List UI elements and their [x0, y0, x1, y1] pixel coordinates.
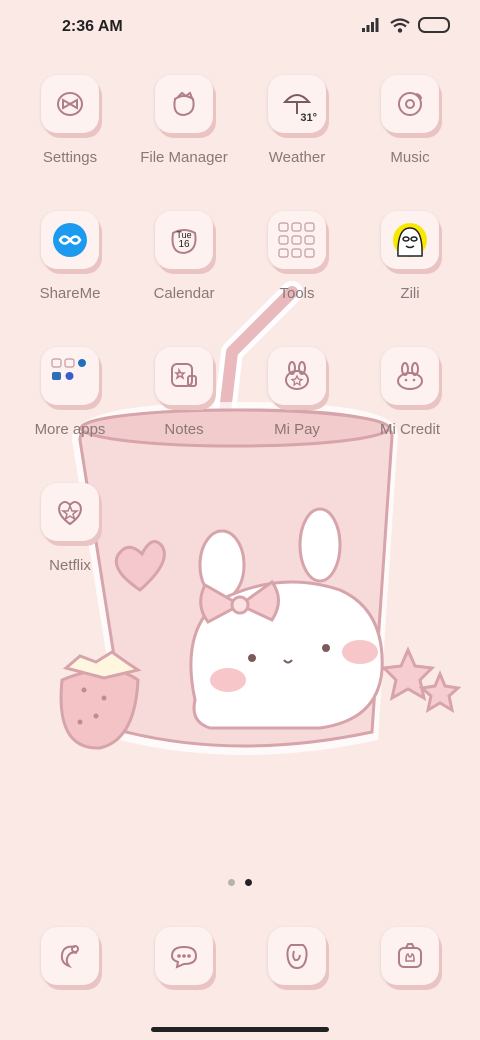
gesture-nav-bar[interactable]: [151, 1027, 329, 1032]
dock-app-messages[interactable]: [124, 927, 244, 985]
app-label: Tools: [279, 285, 315, 302]
app-calendar[interactable]: Tue 16 Calendar: [124, 211, 244, 302]
calendar-date: 16: [178, 239, 190, 250]
music-disc-icon: [398, 92, 422, 116]
star-heart-icon: [58, 501, 82, 526]
shrimp-icon: [60, 945, 79, 969]
page-dot-current[interactable]: [245, 879, 252, 886]
app-file-manager[interactable]: File Manager: [124, 75, 244, 166]
status-icons: [362, 17, 450, 33]
folder-tile[interactable]: [41, 347, 99, 405]
dock-app-camera[interactable]: [350, 927, 470, 985]
app-weather[interactable]: 31° Weather: [237, 75, 357, 166]
app-tile[interactable]: Tue 16: [155, 211, 213, 269]
app-tile[interactable]: [41, 483, 99, 541]
page-dot[interactable]: [228, 879, 235, 886]
dock-tile[interactable]: [268, 927, 326, 985]
app-label: Weather: [268, 149, 326, 166]
app-label: Zili: [400, 285, 420, 302]
camera-icon: [398, 943, 422, 968]
status-bar: 2:36 AM: [0, 0, 480, 56]
zili-icon: [393, 223, 427, 257]
app-tile[interactable]: [155, 347, 213, 405]
browser-icon: [286, 944, 308, 970]
tools-folder-icon: [278, 222, 315, 258]
app-tile[interactable]: [381, 347, 439, 405]
app-mi-credit[interactable]: Mi Credit: [350, 347, 470, 438]
app-tile[interactable]: [381, 75, 439, 133]
shareme-icon: [53, 223, 87, 257]
app-settings[interactable]: Settings: [10, 75, 130, 166]
app-tools-folder[interactable]: Tools: [237, 211, 357, 302]
app-label: Settings: [42, 149, 98, 166]
app-tile[interactable]: [41, 75, 99, 133]
battery-icon: [418, 17, 450, 33]
app-label: File Manager: [140, 149, 228, 166]
dock-tile[interactable]: [41, 927, 99, 985]
app-label: Mi Credit: [379, 421, 440, 438]
app-zili[interactable]: Zili: [350, 211, 470, 302]
dock-app-phone[interactable]: [10, 927, 130, 985]
app-music[interactable]: Music: [350, 75, 470, 166]
wifi-icon: [390, 17, 410, 33]
app-label: Notes: [164, 421, 204, 438]
weather-temp: 31°: [300, 112, 317, 124]
app-label: More apps: [34, 421, 106, 438]
page-indicator[interactable]: [228, 879, 252, 886]
app-tile[interactable]: [268, 347, 326, 405]
dock-tile[interactable]: [155, 927, 213, 985]
bunny-icon: [285, 361, 309, 390]
notes-icon: [171, 363, 197, 387]
app-label: ShareMe: [39, 285, 101, 302]
app-label: Music: [390, 149, 430, 166]
app-label: Netflix: [49, 557, 91, 574]
signal-icon: [362, 18, 379, 32]
app-shareme[interactable]: ShareMe: [10, 211, 130, 302]
app-netflix[interactable]: Netflix: [10, 483, 130, 574]
app-tile[interactable]: [155, 75, 213, 133]
app-more-apps-folder[interactable]: More apps: [10, 347, 130, 438]
folder-tile[interactable]: [268, 211, 326, 269]
bow-icon: [57, 92, 83, 116]
dock-app-browser[interactable]: [237, 927, 357, 985]
app-tile[interactable]: [41, 211, 99, 269]
dock-tile[interactable]: [381, 927, 439, 985]
clock: 2:36 AM: [62, 18, 123, 35]
app-tile[interactable]: 31°: [268, 75, 326, 133]
more-apps-folder-icon: [51, 358, 86, 380]
app-notes[interactable]: Notes: [124, 347, 244, 438]
app-mi-pay[interactable]: Mi Pay: [237, 347, 357, 438]
bunny-face-icon: [397, 362, 423, 390]
messages-icon: [170, 945, 198, 969]
app-tile[interactable]: [381, 211, 439, 269]
app-label: Calendar: [153, 285, 215, 302]
strawberry-icon: [173, 91, 195, 117]
app-label: Mi Pay: [274, 421, 320, 438]
